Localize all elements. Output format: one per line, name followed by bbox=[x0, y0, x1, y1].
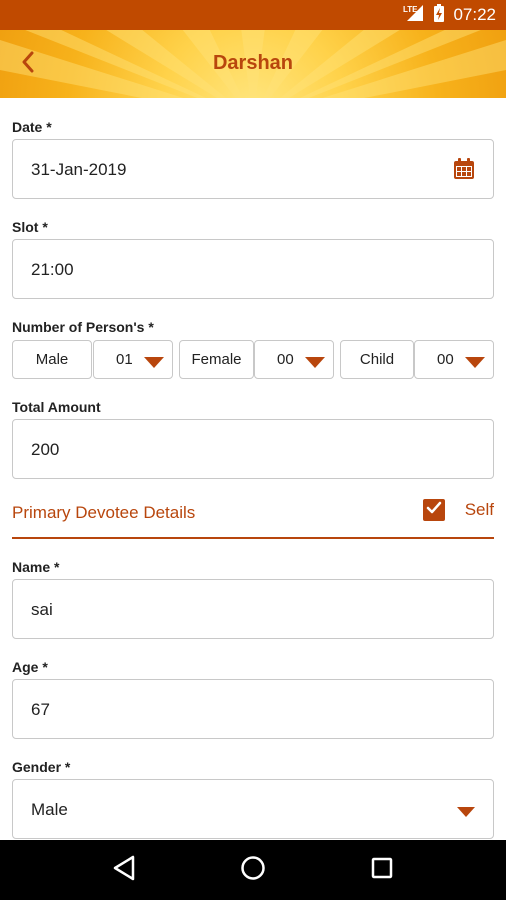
dropdown-arrow-icon bbox=[457, 804, 475, 822]
female-label-box: Female bbox=[179, 340, 254, 379]
date-label: Date * bbox=[12, 119, 52, 135]
dropdown-arrow-icon bbox=[144, 355, 164, 372]
child-label: Child bbox=[359, 351, 395, 368]
checkmark-icon bbox=[426, 501, 442, 520]
dropdown-arrow-icon bbox=[305, 355, 325, 372]
total-amount-label: Total Amount bbox=[12, 399, 101, 415]
child-count-select[interactable]: 00 bbox=[414, 340, 494, 379]
slot-value: 21:00 bbox=[31, 260, 74, 279]
name-field[interactable]: sai bbox=[12, 579, 494, 639]
child-label-box: Child bbox=[340, 340, 414, 379]
female-count-select[interactable]: 00 bbox=[254, 340, 334, 379]
age-field[interactable]: 67 bbox=[12, 679, 494, 739]
age-value: 67 bbox=[31, 700, 50, 719]
square-recents-icon bbox=[371, 857, 393, 884]
gender-value: Male bbox=[31, 800, 68, 819]
system-nav-bar bbox=[0, 840, 506, 900]
page-title: Darshan bbox=[212, 52, 294, 74]
total-amount-field[interactable]: 200 bbox=[12, 419, 494, 479]
nav-back-button[interactable] bbox=[104, 850, 144, 890]
male-label: Male bbox=[35, 351, 69, 368]
self-toggle[interactable]: Self bbox=[422, 499, 494, 521]
female-count-value: 00 bbox=[277, 351, 294, 368]
triangle-back-icon bbox=[112, 855, 136, 886]
app-header: Darshan bbox=[0, 30, 506, 98]
status-time: 07:22 bbox=[453, 5, 496, 24]
darshan-form: Date * 31-Jan-2019 Slot * 21:00 Number o… bbox=[0, 98, 506, 840]
gender-label: Gender * bbox=[12, 759, 71, 775]
name-label: Name * bbox=[12, 559, 60, 575]
male-count-value: 01 bbox=[116, 351, 133, 368]
primary-devotee-heading: Primary Devotee Details bbox=[12, 503, 196, 522]
slot-label: Slot * bbox=[12, 219, 48, 235]
child-count-value: 00 bbox=[437, 351, 454, 368]
self-checkbox[interactable] bbox=[422, 499, 445, 521]
male-label-box: Male bbox=[12, 340, 92, 379]
section-divider bbox=[12, 537, 494, 539]
self-label: Self bbox=[464, 500, 494, 519]
svg-text:LTE: LTE bbox=[403, 5, 418, 14]
dropdown-arrow-icon bbox=[465, 355, 485, 372]
status-bar: LTE 07:22 bbox=[0, 0, 506, 30]
battery-charging-icon bbox=[433, 3, 445, 28]
female-label: Female bbox=[191, 351, 242, 368]
age-label: Age * bbox=[12, 659, 48, 675]
persons-label: Number of Person's * bbox=[12, 319, 154, 335]
lte-signal-icon: LTE bbox=[403, 3, 425, 28]
nav-home-button[interactable] bbox=[233, 850, 273, 890]
nav-recents-button[interactable] bbox=[362, 850, 402, 890]
total-amount-value: 200 bbox=[31, 440, 60, 459]
slot-field[interactable]: 21:00 bbox=[12, 239, 494, 299]
male-count-select[interactable]: 01 bbox=[93, 340, 173, 379]
circle-home-icon bbox=[240, 855, 266, 886]
name-value: sai bbox=[31, 600, 53, 619]
calendar-icon[interactable] bbox=[453, 158, 475, 185]
date-field[interactable]: 31-Jan-2019 bbox=[12, 139, 494, 199]
date-value: 31-Jan-2019 bbox=[31, 160, 127, 179]
gender-select[interactable]: Male bbox=[12, 779, 494, 839]
